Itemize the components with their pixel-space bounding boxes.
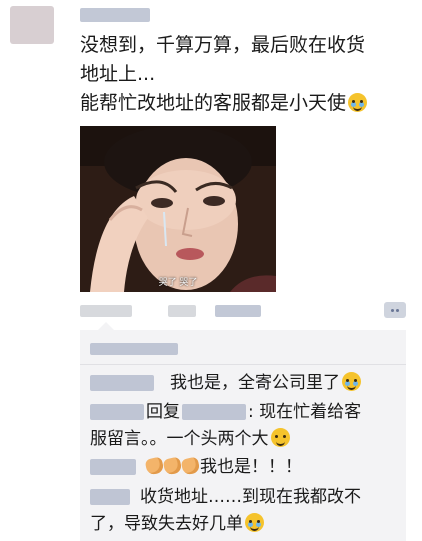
crying-woman-photo <box>80 126 276 292</box>
reply-target-blurred[interactable] <box>182 404 246 420</box>
comment-line: 我也是！！！ <box>90 454 400 481</box>
smirking-face-icon <box>270 428 290 447</box>
comment-line: 我也是，全寄公司里了 <box>90 370 400 397</box>
commenter-name-blurred[interactable] <box>90 489 130 505</box>
poster-name-blurred[interactable] <box>80 8 150 22</box>
post-line-2: 地址上... <box>80 63 156 85</box>
comment-text: 我也是，全寄公司里了 <box>170 373 340 393</box>
panel-divider <box>80 364 406 365</box>
comment-2[interactable]: 回复 : 现在忙着给客 服留言。。一个头两个大 <box>90 399 400 453</box>
panel-arrow <box>98 322 114 330</box>
crying-laughing-icon <box>245 513 264 532</box>
post-line-3: 能帮忙改地址的客服都是小天使 <box>80 89 410 118</box>
photo-caption: 哭了 哭了 <box>158 278 198 288</box>
commenter-name-blurred[interactable] <box>90 459 136 475</box>
clapping-hands-icon <box>162 456 183 476</box>
more-dot-icon <box>396 308 399 312</box>
post-text: 没想到，千算万算，最后败在收货 地址上... 能帮忙改地址的客服都是小天使 <box>80 31 410 118</box>
comment-1[interactable]: 我也是，全寄公司里了 <box>90 370 400 397</box>
comment-text: 服留言。。一个头两个大 <box>90 429 269 449</box>
comment-3[interactable]: 我也是！！！ <box>90 454 400 481</box>
clapping-hands-icon <box>180 456 201 476</box>
comment-button[interactable] <box>384 302 406 318</box>
comment-line: 了，导致失去好几单 <box>90 511 400 538</box>
comment-line: 服留言。。一个头两个大 <box>90 426 400 453</box>
comment-line: 收货地址……到现在我都改不 <box>90 484 400 511</box>
commenter-name-blurred[interactable] <box>90 404 144 420</box>
delete-link-blurred[interactable] <box>215 305 261 317</box>
comment-line: 回复 : 现在忙着给客 <box>90 399 400 426</box>
comment-text: 了，导致失去好几单 <box>90 514 243 534</box>
post-line-3-text: 能帮忙改地址的客服都是小天使 <box>80 92 347 114</box>
more-dot-icon <box>391 308 394 312</box>
avatar[interactable] <box>10 6 54 44</box>
pleading-face-icon <box>348 93 368 112</box>
commenter-name-blurred[interactable] <box>90 375 154 391</box>
comment-text: : 现在忙着给客 <box>248 402 362 422</box>
reply-label: 回复 <box>146 402 180 422</box>
post-meta-blurred <box>80 305 132 317</box>
crying-laughing-icon <box>342 372 361 391</box>
post-meta-blurred <box>168 305 196 317</box>
comment-4[interactable]: 收货地址……到现在我都改不 了，导致失去好几单 <box>90 484 400 538</box>
post-line-1: 没想到，千算万算，最后败在收货 <box>80 34 366 56</box>
post-photo[interactable]: 哭了 哭了 <box>80 126 276 292</box>
likes-list-blurred <box>90 343 178 355</box>
comment-text: 我也是！！！ <box>200 457 302 477</box>
clapping-hands-icon <box>144 456 165 476</box>
comment-text: 收货地址……到现在我都改不 <box>140 487 361 507</box>
